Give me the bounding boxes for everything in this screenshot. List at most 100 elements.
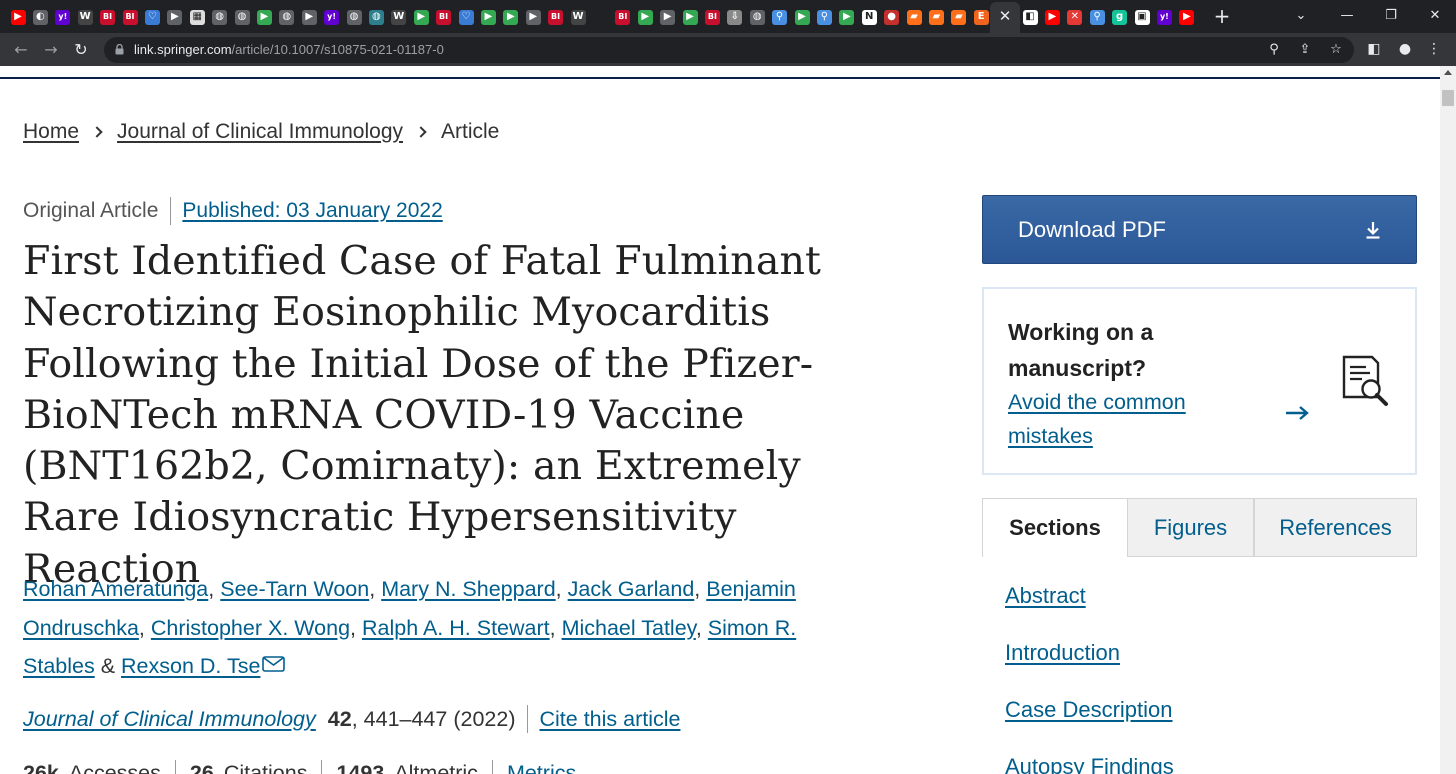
- tab-references[interactable]: References: [1254, 498, 1417, 557]
- tab-globe[interactable]: ◍: [277, 7, 297, 27]
- tab-grammarly[interactable]: g: [1110, 7, 1130, 27]
- tab-generic[interactable]: ◐: [30, 7, 50, 27]
- tab-business-insider[interactable]: BI: [434, 7, 454, 27]
- tab-globe[interactable]: ◍: [344, 7, 364, 27]
- email-icon[interactable]: [262, 656, 286, 672]
- tab-wsj[interactable]: W: [75, 7, 95, 27]
- tab-globe[interactable]: ◍: [232, 7, 252, 27]
- author-link[interactable]: Mary N. Sheppard: [381, 577, 555, 601]
- author-link[interactable]: Ralph A. H. Stewart: [362, 616, 550, 640]
- restore-icon[interactable]: ❐: [1368, 0, 1414, 32]
- minimize-icon[interactable]: —: [1324, 0, 1370, 32]
- tab-business-insider[interactable]: BI: [98, 7, 118, 27]
- tab-youtube[interactable]: ▶: [1177, 7, 1197, 27]
- profile-icon[interactable]: ●: [1393, 37, 1417, 61]
- bookmark-star-icon[interactable]: ☆: [1326, 40, 1346, 60]
- back-icon[interactable]: ←: [8, 37, 34, 63]
- author-link[interactable]: Rexson D. Tse: [121, 654, 260, 678]
- zoom-icon[interactable]: ⚲: [1264, 40, 1284, 60]
- tab-youtube[interactable]: ▶: [8, 7, 28, 27]
- download-icon: [1366, 222, 1380, 239]
- breadcrumb-journal[interactable]: Journal of Clinical Immunology: [117, 120, 403, 144]
- tab-sections[interactable]: Sections: [982, 498, 1127, 557]
- tab-figures[interactable]: Figures: [1127, 498, 1254, 557]
- metric-label[interactable]: Metrics: [507, 761, 576, 774]
- tab-search[interactable]: ⚲: [770, 7, 790, 27]
- tab-download[interactable]: ⇩: [725, 7, 745, 27]
- breadcrumb-home[interactable]: Home: [23, 120, 79, 144]
- tab-grid[interactable]: ▦: [187, 7, 207, 27]
- tab-news[interactable]: N: [859, 7, 879, 27]
- scroll-thumb[interactable]: [1442, 90, 1454, 106]
- tab-business-insider[interactable]: BI: [120, 7, 140, 27]
- tab-arrow[interactable]: ▶: [523, 7, 543, 27]
- article-type: Original Article: [23, 199, 159, 222]
- url-text[interactable]: link.springer.com/article/10.1007/s10875…: [134, 37, 444, 63]
- tab-bookmark[interactable]: ▰: [949, 7, 969, 27]
- tab-globe[interactable]: ◍: [210, 7, 230, 27]
- section-autopsy-findings[interactable]: Autopsy Findings: [1005, 754, 1174, 774]
- tab-bookmark[interactable]: ▰: [926, 7, 946, 27]
- manuscript-link[interactable]: Avoid the common mistakes: [1008, 385, 1248, 453]
- tab-search[interactable]: ⚲: [814, 7, 834, 27]
- published-date-link[interactable]: Published: 03 January 2022: [182, 199, 442, 223]
- author-link[interactable]: See-Tarn Woon: [220, 577, 369, 601]
- section-case-description[interactable]: Case Description: [1005, 697, 1173, 723]
- tab-wsj[interactable]: W: [389, 7, 409, 27]
- tab-business-insider[interactable]: BI: [702, 7, 722, 27]
- new-tab-button[interactable]: +: [1210, 4, 1234, 28]
- tab-pin[interactable]: ●: [882, 7, 902, 27]
- address-bar[interactable]: link.springer.com/article/10.1007/s10875…: [104, 37, 1354, 63]
- side-panel-icon[interactable]: ◧: [1362, 37, 1386, 61]
- tab-lock-page[interactable]: ◧: [1020, 7, 1040, 27]
- tab-play[interactable]: ▶: [792, 7, 812, 27]
- tab-bookmark[interactable]: ▰: [904, 7, 924, 27]
- tab-arrow[interactable]: ▶: [165, 7, 185, 27]
- tab-arrow[interactable]: ▶: [658, 7, 678, 27]
- author-link[interactable]: Rohan Ameratunga: [23, 577, 208, 601]
- tab-play[interactable]: ▶: [635, 7, 655, 27]
- close-window-icon[interactable]: ✕: [1412, 0, 1456, 32]
- tab-generic[interactable]: ▣: [1132, 7, 1152, 27]
- tab-yahoo[interactable]: y!: [1154, 7, 1174, 27]
- tab-search[interactable]: ⚲: [1087, 7, 1107, 27]
- divider: [527, 705, 529, 733]
- tab-wsj[interactable]: W: [568, 7, 588, 27]
- cite-article-link[interactable]: Cite this article: [539, 707, 680, 732]
- tab-play[interactable]: ▶: [837, 7, 857, 27]
- tab-globe[interactable]: ◍: [747, 7, 767, 27]
- tab-search-chevron-icon[interactable]: ⌄: [1278, 0, 1324, 32]
- menu-kebab-icon[interactable]: ⋮: [1422, 37, 1446, 61]
- tab-youtube[interactable]: ▶: [1042, 7, 1062, 27]
- tab-play[interactable]: ▶: [501, 7, 521, 27]
- tab-close-icon[interactable]: ✕: [996, 6, 1014, 26]
- tab-blank[interactable]: [590, 7, 610, 27]
- tab-yahoo[interactable]: y!: [53, 7, 73, 27]
- tab-globe-alt[interactable]: ◍: [366, 7, 386, 27]
- tab-arrow[interactable]: ▶: [299, 7, 319, 27]
- download-pdf-button[interactable]: Download PDF: [982, 195, 1417, 264]
- tab-yahoo[interactable]: y!: [322, 7, 342, 27]
- tab-business-insider[interactable]: BI: [546, 7, 566, 27]
- tab-heart[interactable]: ♡: [456, 7, 476, 27]
- tab-play[interactable]: ▶: [680, 7, 700, 27]
- scroll-up-icon[interactable]: [1444, 70, 1452, 75]
- share-icon[interactable]: ⇪: [1295, 40, 1315, 60]
- tab-play[interactable]: ▶: [411, 7, 431, 27]
- section-abstract[interactable]: Abstract: [1005, 583, 1086, 609]
- author-link[interactable]: Michael Tatley: [562, 616, 696, 640]
- tab-play[interactable]: ▶: [478, 7, 498, 27]
- author-link[interactable]: Jack Garland: [568, 577, 695, 601]
- tab-etsy[interactable]: E: [971, 7, 991, 27]
- forward-icon[interactable]: →: [38, 37, 64, 63]
- reload-icon[interactable]: ↻: [68, 37, 94, 63]
- section-introduction[interactable]: Introduction: [1005, 640, 1120, 666]
- tab-heart[interactable]: ♡: [142, 7, 162, 27]
- arrow-right-icon[interactable]: [1284, 405, 1310, 421]
- tab-play[interactable]: ▶: [254, 7, 274, 27]
- journal-link[interactable]: Journal of Clinical Immunology: [23, 707, 316, 732]
- tab-business-insider[interactable]: BI: [613, 7, 633, 27]
- author-link[interactable]: Christopher X. Wong: [151, 616, 350, 640]
- page-scrollbar[interactable]: [1440, 66, 1456, 774]
- tab-shuffle[interactable]: ✕: [1065, 7, 1085, 27]
